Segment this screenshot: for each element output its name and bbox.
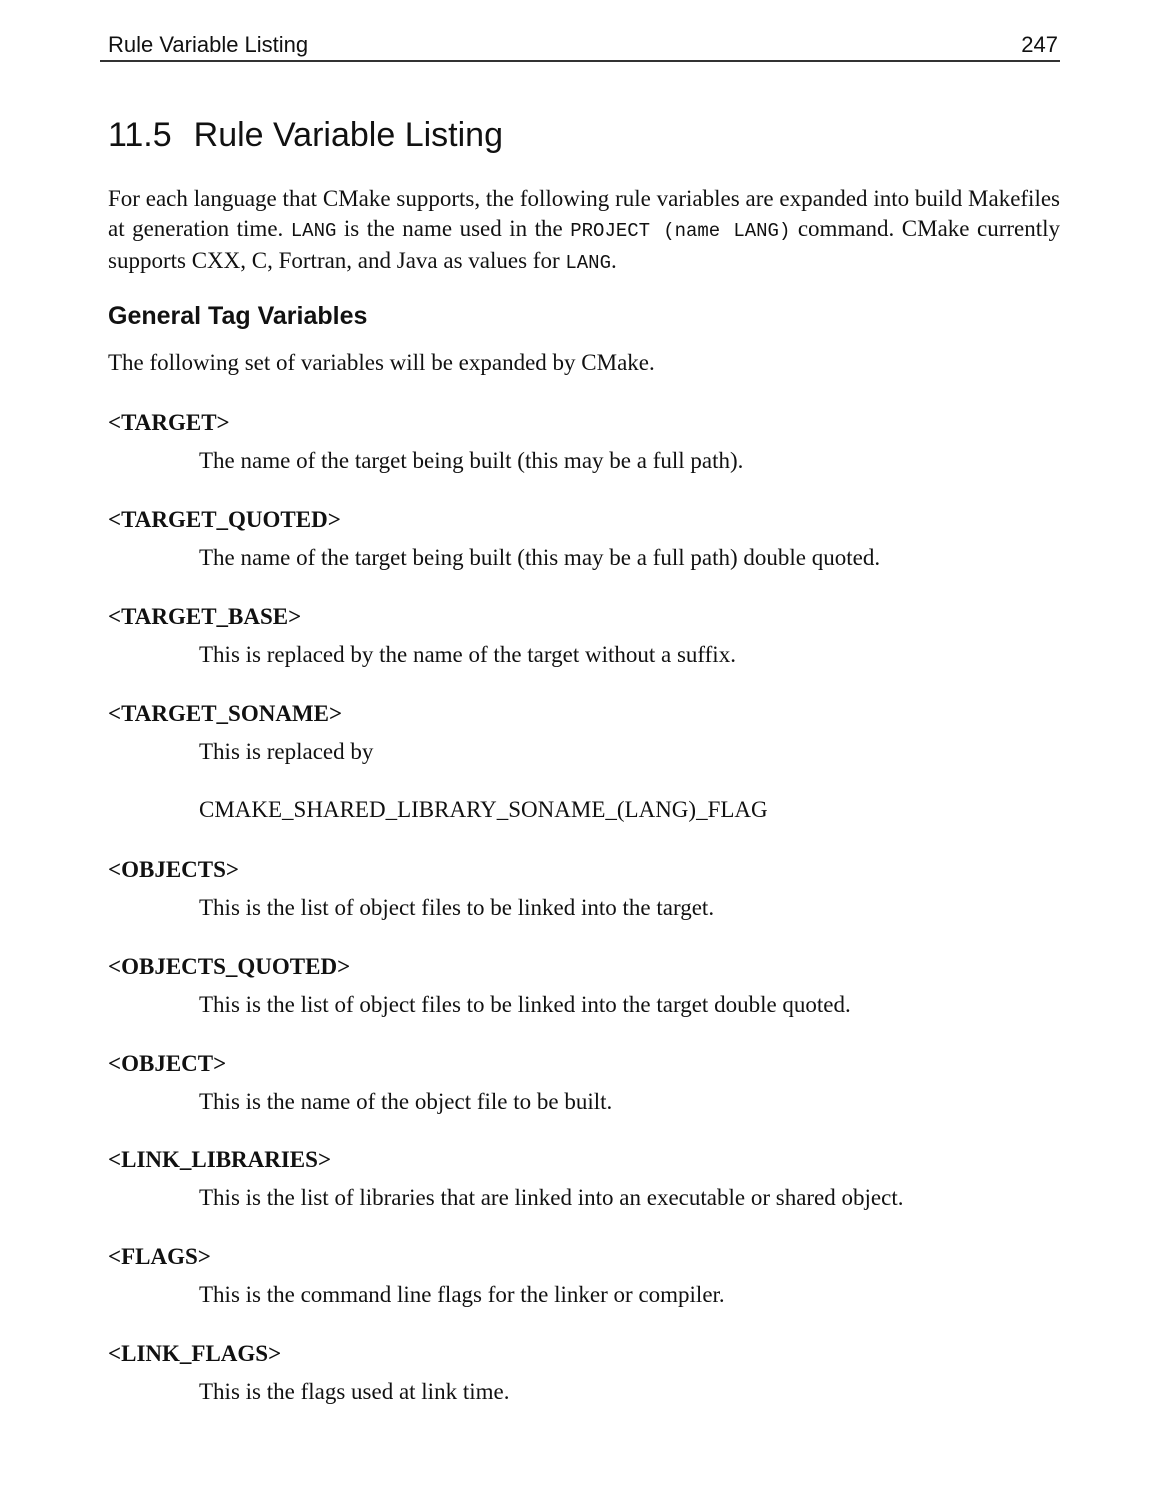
variable-name: <FLAGS> [108, 1244, 211, 1269]
variable-extra: CMAKE_SHARED_LIBRARY_SONAME_(LANG)_FLAG [199, 797, 768, 822]
variable-name: <LINK_FLAGS> [108, 1341, 282, 1366]
variable-name: <TARGET> [108, 410, 230, 435]
variable-description: This is the name of the object file to b… [199, 1089, 613, 1114]
variable-description: The name of the target being built (this… [199, 448, 744, 473]
variable-name: <TARGET_SONAME> [108, 701, 343, 726]
subsection-lead: The following set of variables will be e… [108, 350, 655, 375]
intro-paragraph: For each language that CMake supports, t… [108, 184, 1060, 278]
variable-description: This is replaced by the name of the targ… [199, 642, 736, 667]
intro-text: is the name used in the [336, 216, 571, 241]
variable-name: <OBJECTS> [108, 857, 240, 882]
variable-description: This is the list of object files to be l… [199, 992, 851, 1017]
variable-name: <TARGET_BASE> [108, 604, 302, 629]
inline-code: LANG [290, 220, 337, 242]
variable-description: This is the command line flags for the l… [199, 1282, 725, 1307]
inline-code: LANG [565, 252, 611, 274]
variable-name: <OBJECTS_QUOTED> [108, 954, 351, 979]
variable-name: <LINK_LIBRARIES> [108, 1147, 332, 1172]
running-header-title: Rule Variable Listing [108, 32, 309, 57]
variable-name: <OBJECT> [108, 1051, 227, 1076]
subsection-title: General Tag Variables [108, 302, 368, 330]
section-title: 11.5 Rule Variable Listing [108, 116, 503, 155]
intro-text: . [610, 248, 617, 273]
running-header: Rule Variable Listing 247 [100, 30, 1060, 62]
variable-description: This is replaced by [199, 739, 374, 764]
section-number: 11.5 [108, 116, 172, 154]
variable-description: This is the list of libraries that are l… [199, 1185, 904, 1210]
section-title-text: Rule Variable Listing [193, 116, 503, 154]
page-number: 247 [1021, 32, 1058, 57]
variable-description: This is the flags used at link time. [199, 1379, 510, 1404]
variable-description: This is the list of object files to be l… [199, 895, 715, 920]
inline-code: PROJECT (name LANG) [570, 220, 791, 242]
variable-name: <TARGET_QUOTED> [108, 507, 341, 532]
variable-description: The name of the target being built (this… [199, 545, 881, 570]
document-page: Rule Variable Listing 247 11.5 Rule Varia… [0, 0, 1162, 1500]
